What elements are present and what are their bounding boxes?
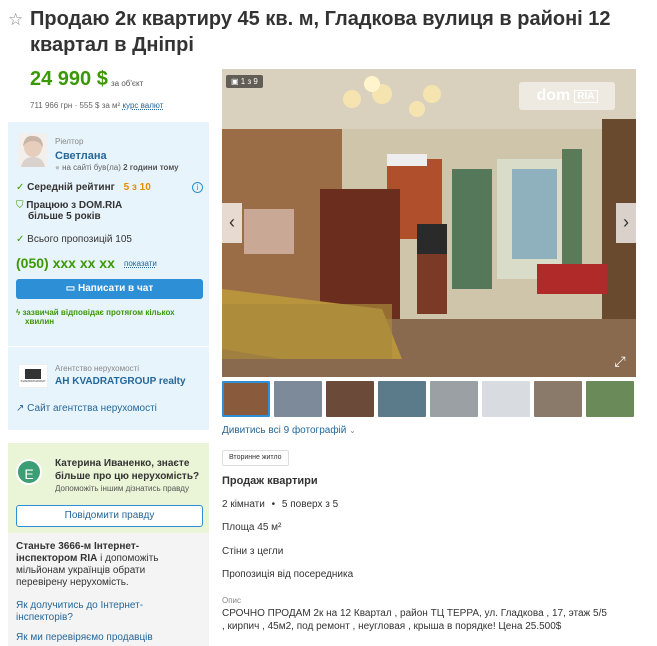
rating-value: 5 з 10 bbox=[123, 182, 151, 193]
report-truth-button[interactable]: Повідомити правду bbox=[16, 505, 203, 527]
favorite-star-icon[interactable]: ☆ bbox=[8, 10, 23, 30]
how-we-check-link[interactable]: Як ми перевіряємо продавців bbox=[16, 632, 153, 643]
chat-button-label: Написати в чат bbox=[78, 283, 154, 294]
domria-logo-dom: dom bbox=[536, 87, 571, 104]
price-per-m2: 555 $ за м² bbox=[79, 101, 121, 110]
become-line2-bold: інспектором RIA bbox=[16, 553, 98, 564]
thumbnail[interactable] bbox=[586, 381, 634, 417]
all-photos-link[interactable]: Дивитись всі 9 фотографій ⌄ bbox=[222, 425, 356, 436]
question-line1: Катерина Иваненко, знаєте bbox=[55, 458, 190, 469]
all-photos-label: Дивитись всі 9 фотографій bbox=[222, 425, 347, 436]
info-icon[interactable]: i bbox=[192, 182, 203, 193]
show-phone-link[interactable]: показати bbox=[124, 259, 157, 268]
chat-button[interactable]: ▭ Написати в чат bbox=[16, 279, 203, 299]
reply-line2: хвилин bbox=[25, 317, 55, 326]
realtor-avatar bbox=[18, 133, 48, 167]
question-line2: більше про цю нерухомість? bbox=[55, 471, 200, 482]
offers-count: ✓ Всього пропозицій 105 bbox=[16, 234, 132, 245]
inspector-hint: Допоможіть іншим дізнатись правду bbox=[55, 484, 189, 493]
realtor-role: Ріелтор bbox=[55, 137, 84, 146]
realtor-name[interactable]: Светлана bbox=[55, 150, 107, 162]
agency-site-label: Сайт агентства нерухомості bbox=[27, 403, 157, 414]
price: 24 990 $ bbox=[30, 68, 108, 90]
chevron-down-icon: ⌄ bbox=[349, 426, 356, 435]
join-link-line2: інспекторів? bbox=[16, 612, 73, 623]
check-icon: ✓ bbox=[16, 234, 25, 245]
photo-counter-text: 1 з 9 bbox=[240, 77, 258, 86]
rooms: 2 кімнати bbox=[222, 499, 265, 510]
floor: 5 поверх з 5 bbox=[281, 499, 339, 510]
user-avatar: E bbox=[16, 459, 42, 485]
domria-logo-ria: RIA bbox=[574, 89, 598, 103]
agency-role: Агентство нерухомості bbox=[55, 364, 139, 373]
realtor-status: ● на сайті був(ла) 2 години тому bbox=[55, 163, 179, 172]
thumbnail[interactable] bbox=[378, 381, 426, 417]
thumbnail[interactable] bbox=[222, 381, 270, 417]
description: СРОЧНО ПРОДАМ 2к на 12 Квартал , район Т… bbox=[222, 607, 652, 633]
currency-rate-link[interactable]: курс валют bbox=[122, 101, 163, 110]
offers-text: Всього пропозицій 105 bbox=[27, 234, 132, 245]
phone-number: (050) xxx xx xx bbox=[16, 255, 115, 271]
domria-logo: dom RIA bbox=[519, 82, 615, 110]
agency-logo[interactable]: KVADRATGROUP bbox=[18, 364, 48, 388]
description-line1: СРОЧНО ПРОДАМ 2к на 12 Квартал , район Т… bbox=[222, 608, 607, 619]
room-photo bbox=[222, 69, 636, 377]
thumbnail[interactable] bbox=[274, 381, 322, 417]
photo-counter: ▣ 1 з 9 bbox=[226, 75, 263, 88]
lightning-icon: ϟ bbox=[16, 308, 21, 317]
reply-line1: зазвичай відповідає протягом кількох bbox=[22, 308, 175, 317]
agency-name[interactable]: АН KVADRATGROUP realty bbox=[55, 376, 186, 387]
domria-years-line1: Працюю з DOM.RIA bbox=[26, 200, 123, 211]
area: Площа 45 м² bbox=[222, 522, 282, 533]
rating-row: ✓ Середній рейтинг 5 з 10 bbox=[16, 182, 151, 193]
main-photo[interactable] bbox=[222, 69, 636, 377]
thumbnail-strip bbox=[222, 381, 636, 417]
price-alternatives: 711 966 грн · 555 $ за м² курс валют bbox=[30, 101, 164, 110]
become-line4: перевірену нерухомість. bbox=[16, 577, 129, 588]
domria-years-line2: більше 5 років bbox=[28, 211, 101, 222]
check-icon: ✓ bbox=[16, 182, 25, 193]
fullscreen-icon[interactable]: ⤢ bbox=[610, 353, 630, 373]
description-line2: , кирпич , 45м2, под ремонт , неугловая … bbox=[222, 621, 562, 632]
join-link-line1: Як долучитись до Інтернет- bbox=[16, 600, 144, 611]
divider bbox=[8, 346, 209, 347]
become-inspector-text: Станьте 3666-м Інтернет- інспектором RIA… bbox=[16, 541, 206, 589]
agency-logo-text: KVADRATGROUP bbox=[20, 379, 46, 383]
gallery-prev-button[interactable]: ‹ bbox=[222, 203, 242, 243]
become-line3: мільйонам українців обрати bbox=[16, 565, 146, 576]
thumbnail[interactable] bbox=[430, 381, 478, 417]
price-per-object: за об'єкт bbox=[111, 79, 144, 88]
chat-icon: ▭ bbox=[65, 283, 76, 294]
price-uah: 711 966 грн bbox=[30, 101, 73, 110]
walls: Стіни з цегли bbox=[222, 546, 284, 557]
section-title: Продаж квартири bbox=[222, 475, 318, 487]
rooms-floor: 2 кімнати • 5 поверх з 5 bbox=[222, 499, 339, 510]
image-icon: ▣ bbox=[231, 77, 239, 86]
gallery-next-button[interactable]: › bbox=[616, 203, 636, 243]
reply-time: ϟ зазвичай відповідає протягом кількох х… bbox=[16, 308, 175, 326]
agency-site-link[interactable]: ↗ Сайт агентства нерухомості bbox=[16, 403, 157, 414]
thumbnail[interactable] bbox=[482, 381, 530, 417]
housing-type-badge: Вторинне житло bbox=[222, 450, 289, 466]
verified-shield-icon: ⛉ bbox=[16, 200, 24, 211]
thumbnail[interactable] bbox=[534, 381, 582, 417]
page-title: Продаю 2к квартиру 45 кв. м, Гладкова ву… bbox=[30, 8, 611, 56]
description-label: Опис bbox=[222, 596, 242, 605]
inspector-question-text: Катерина Иваненко, знаєте більше про цю … bbox=[55, 457, 199, 483]
external-link-icon: ↗ bbox=[16, 403, 25, 414]
offer-source: Пропозиція від посередника bbox=[222, 569, 354, 580]
domria-years: ⛉ Працюю з DOM.RIA більше 5 років bbox=[16, 200, 122, 222]
rating-label: Середній рейтинг bbox=[27, 182, 115, 193]
join-inspectors-link[interactable]: Як долучитись до Інтернет- інспекторів? bbox=[16, 600, 143, 624]
become-line1: Станьте 3666-м Інтернет- bbox=[16, 541, 140, 552]
become-line2: і допоможіть bbox=[97, 553, 159, 564]
thumbnail[interactable] bbox=[326, 381, 374, 417]
